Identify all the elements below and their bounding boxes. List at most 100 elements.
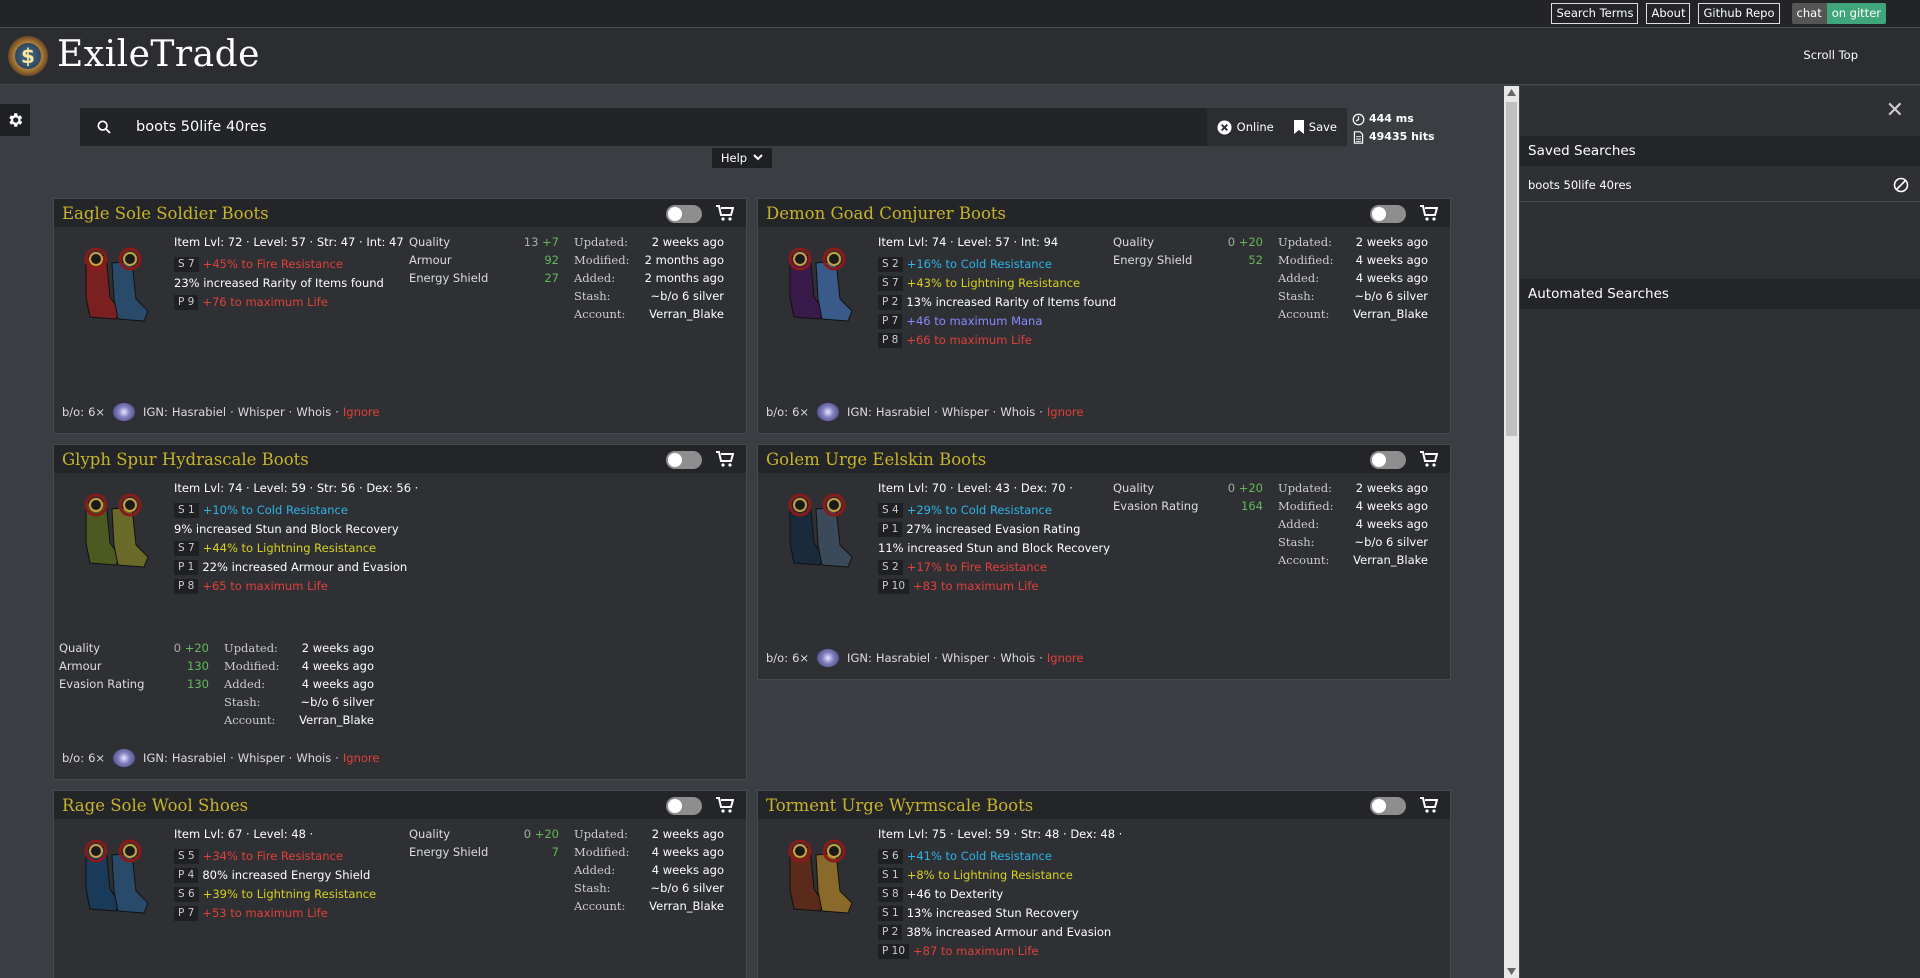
saved-search-item[interactable]: boots 50life 40res bbox=[1520, 168, 1920, 202]
logo-icon[interactable]: $ bbox=[8, 36, 48, 76]
ignore-link[interactable]: Ignore bbox=[1047, 651, 1084, 665]
seller-name[interactable]: Hasrabiel bbox=[876, 405, 930, 419]
price-qty: 6× bbox=[792, 651, 810, 665]
item-mod: 9% increased Stun and Block Recovery bbox=[174, 520, 418, 539]
item-title[interactable]: Eagle Sole Soldier Boots bbox=[62, 204, 269, 223]
save-button[interactable]: Save bbox=[1284, 108, 1347, 146]
search-button[interactable] bbox=[80, 108, 128, 146]
stat-base-value: 0 bbox=[173, 641, 182, 655]
item-mod: P 2 38% increased Armour and Evasion bbox=[878, 923, 1122, 942]
online-toggle[interactable]: Online bbox=[1207, 108, 1284, 146]
mod-tier-badge: S 5 bbox=[174, 849, 199, 864]
github-repo-link[interactable]: Github Repo bbox=[1698, 3, 1780, 24]
item-title[interactable]: Demon Goad Conjurer Boots bbox=[766, 204, 1006, 223]
ignore-link[interactable]: Ignore bbox=[343, 405, 380, 419]
item-mod: P 7 +46 to maximum Mana bbox=[878, 312, 1116, 331]
price-qty: 6× bbox=[792, 405, 810, 419]
document-icon bbox=[1353, 130, 1364, 144]
settings-button[interactable] bbox=[0, 104, 30, 136]
separator: · bbox=[230, 751, 234, 765]
info-label: Stash: bbox=[1278, 289, 1315, 303]
toggle-switch[interactable] bbox=[666, 797, 702, 815]
seller-name[interactable]: Hasrabiel bbox=[172, 751, 226, 765]
help-dropdown[interactable]: Help bbox=[712, 148, 772, 168]
quality-stats: Quality 0 +20 Evasion Rating 164 bbox=[1113, 479, 1263, 515]
mod-tier-badge: S 7 bbox=[174, 257, 199, 272]
scroll-top-link[interactable]: Scroll Top bbox=[1803, 48, 1858, 62]
item-mod: S 1 +10% to Cold Resistance bbox=[174, 501, 418, 520]
cart-icon[interactable] bbox=[716, 205, 735, 224]
cart-icon[interactable] bbox=[716, 451, 735, 470]
info-label: Added: bbox=[1278, 271, 1320, 285]
separator: · bbox=[992, 651, 997, 665]
whois-link[interactable]: Whois bbox=[296, 751, 331, 765]
item-title[interactable]: Rage Sole Wool Shoes bbox=[62, 796, 248, 815]
info-value: 4 weeks ago bbox=[301, 677, 374, 691]
toggle-switch[interactable] bbox=[666, 205, 702, 223]
whisper-link[interactable]: Whisper bbox=[942, 405, 989, 419]
mod-tier-badge: P 8 bbox=[174, 579, 199, 594]
price-qty: 6× bbox=[88, 405, 106, 419]
brand-title[interactable]: ExileTrade bbox=[57, 34, 260, 75]
item-mod: S 8 +46 to Dexterity bbox=[878, 885, 1122, 904]
mod-text: +83 to maximum Life bbox=[913, 579, 1039, 593]
info-row: Account: Verran_Blake bbox=[574, 305, 724, 323]
stat-value: 7 bbox=[552, 843, 559, 861]
scrollbar-thumb[interactable] bbox=[1506, 102, 1517, 436]
ignore-link[interactable]: Ignore bbox=[1047, 405, 1084, 419]
info-label: Added: bbox=[1278, 517, 1320, 531]
stat-bonus-value: 164 bbox=[1241, 499, 1263, 513]
mod-text: +66 to maximum Life bbox=[906, 333, 1032, 347]
stat-bonus-value: 27 bbox=[544, 271, 559, 285]
item-properties: Item Lvl: 74 · Level: 57 · Int: 94 S 2 +16… bbox=[878, 233, 1116, 350]
cart-icon[interactable] bbox=[1420, 451, 1439, 470]
cart-icon[interactable] bbox=[716, 797, 735, 816]
seller-name[interactable]: Hasrabiel bbox=[172, 405, 226, 419]
remove-icon[interactable] bbox=[1893, 177, 1909, 193]
scroll-up-arrow-icon[interactable] bbox=[1507, 89, 1516, 96]
results-scrollbar[interactable] bbox=[1504, 86, 1519, 978]
info-value: 2 weeks ago bbox=[651, 235, 724, 249]
info-label: Modified: bbox=[224, 659, 280, 673]
ignore-link[interactable]: Ignore bbox=[343, 751, 380, 765]
toggle-switch[interactable] bbox=[1370, 451, 1406, 469]
whisper-link[interactable]: Whisper bbox=[942, 651, 989, 665]
cart-icon[interactable] bbox=[1420, 797, 1439, 816]
whois-link[interactable]: Whois bbox=[296, 405, 331, 419]
cart-icon[interactable] bbox=[1420, 205, 1439, 224]
gear-icon bbox=[9, 113, 23, 127]
mod-tier-badge: P 8 bbox=[878, 333, 903, 348]
whisper-link[interactable]: Whisper bbox=[238, 751, 285, 765]
info-row: Updated: 2 weeks ago bbox=[574, 825, 724, 843]
scroll-down-arrow-icon[interactable] bbox=[1507, 968, 1516, 975]
search-terms-link[interactable]: Search Terms bbox=[1551, 3, 1639, 24]
info-value: Verran_Blake bbox=[649, 307, 724, 321]
whisper-link[interactable]: Whisper bbox=[238, 405, 285, 419]
seller-name[interactable]: Hasrabiel bbox=[876, 651, 930, 665]
about-link[interactable]: About bbox=[1646, 3, 1691, 24]
mod-tier-badge: S 2 bbox=[878, 560, 903, 575]
item-title[interactable]: Torment Urge Wyrmscale Boots bbox=[766, 796, 1033, 815]
stat-value: 13 +7 bbox=[524, 233, 559, 251]
chat-gitter-badge[interactable]: chat on gitter bbox=[1791, 3, 1886, 24]
item-requirements: Item Lvl: 72 · Level: 57 · Str: 47 · Int… bbox=[174, 235, 404, 249]
toggle-switch[interactable] bbox=[1370, 205, 1406, 223]
item-title[interactable]: Glyph Spur Hydrascale Boots bbox=[62, 450, 309, 469]
close-icon[interactable]: ✕ bbox=[1886, 98, 1904, 123]
toggle-switch[interactable] bbox=[666, 451, 702, 469]
info-value: ~b/o 6 silver bbox=[300, 695, 374, 709]
ign-label: IGN: bbox=[847, 405, 872, 419]
listing-info: Updated: 2 weeks ago Modified: 4 weeks ago A… bbox=[574, 825, 724, 915]
whois-link[interactable]: Whois bbox=[1000, 651, 1035, 665]
stat-label: Quality bbox=[409, 827, 451, 841]
clock-icon bbox=[1352, 113, 1365, 125]
toggle-switch[interactable] bbox=[1370, 797, 1406, 815]
search-icon bbox=[97, 120, 111, 134]
item-title[interactable]: Golem Urge Eelskin Boots bbox=[766, 450, 986, 469]
item-mod: S 7 +44% to Lightning Resistance bbox=[174, 539, 418, 558]
search-input[interactable] bbox=[128, 108, 1207, 146]
whois-link[interactable]: Whois bbox=[1000, 405, 1035, 419]
stat-bonus-value: +20 bbox=[534, 827, 559, 841]
info-row: Modified: 4 weeks ago bbox=[574, 843, 724, 861]
item-mod: P 9 +76 to maximum Life bbox=[174, 293, 404, 312]
